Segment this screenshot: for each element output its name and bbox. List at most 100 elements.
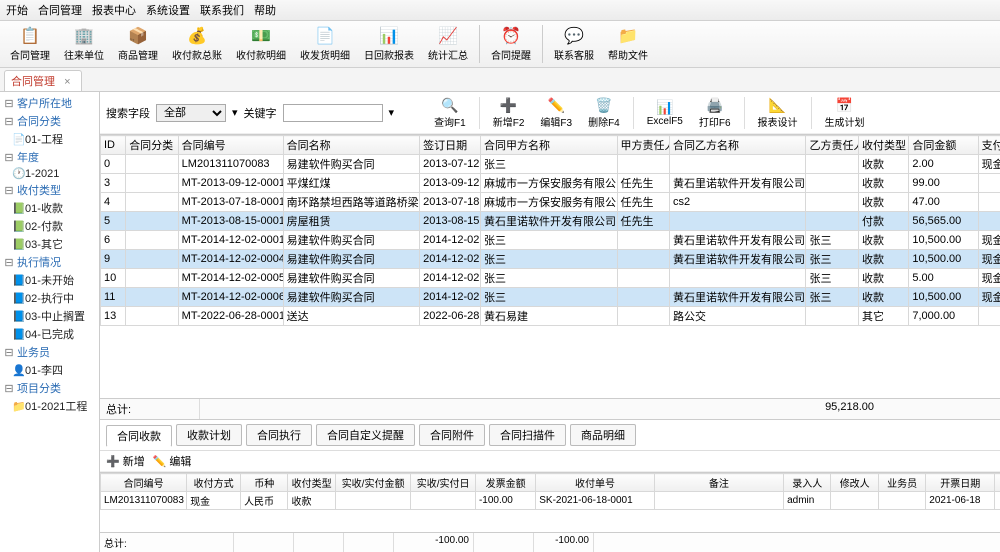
tree-node[interactable]: 📗 01-收款: [2, 199, 97, 217]
tree-node[interactable]: 📘 02-执行中: [2, 289, 97, 307]
column-header[interactable]: 合同金额: [909, 136, 978, 155]
column-header[interactable]: 乙方责任人: [806, 136, 858, 155]
menu-item[interactable]: 联系我们: [200, 2, 244, 18]
detail-tab[interactable]: 合同执行: [246, 424, 312, 446]
tree-node[interactable]: ⊟ 项目分类: [2, 379, 97, 397]
detail-grid[interactable]: 合同编号收付方式币种收付类型实收/实付金额实收/实付日发票金额收付单号备注录入人…: [100, 472, 1000, 532]
dropdown-icon[interactable]: ▾: [389, 106, 395, 119]
toolbar-button[interactable]: 📁帮助文件: [602, 23, 654, 64]
tree-node[interactable]: 🕐 1-2021: [2, 166, 97, 181]
column-header[interactable]: 开票日期: [926, 474, 995, 492]
detail-tab[interactable]: 商品明细: [570, 424, 636, 446]
toolbar-button[interactable]: 📦商品管理: [112, 23, 164, 64]
column-header[interactable]: 业务员: [878, 474, 925, 492]
table-row[interactable]: 4MT-2013-07-18-0001南环路禁坦西路等道路桥梁工程2013-07…: [101, 193, 1000, 212]
close-icon[interactable]: ×: [64, 76, 70, 88]
column-header[interactable]: 合同分类: [126, 136, 178, 155]
column-header[interactable]: 合同编号: [178, 136, 283, 155]
search-button[interactable]: 📅生成计划: [817, 95, 873, 130]
column-header[interactable]: 实收/实付日: [411, 474, 476, 492]
search-button[interactable]: 🗑️删除F4: [580, 95, 628, 130]
detail-tab[interactable]: 合同自定义提醒: [316, 424, 415, 446]
search-button[interactable]: 📐报表设计: [750, 95, 806, 130]
tree-node[interactable]: ⊟ 执行情况: [2, 253, 97, 271]
tree-node[interactable]: 📄 01-工程: [2, 130, 97, 148]
tree-node[interactable]: 📁 01-2021工程: [2, 397, 97, 415]
column-header[interactable]: 合同编号: [101, 474, 187, 492]
detail-totals: 总计: -100.00 -100.00: [100, 532, 1000, 552]
menu-item[interactable]: 帮助: [254, 2, 276, 18]
column-header[interactable]: 收付类型: [288, 474, 335, 492]
search-button[interactable]: 📊ExcelF5: [639, 97, 691, 128]
column-header[interactable]: 修改人: [831, 474, 878, 492]
tree-icon: 📗: [12, 238, 22, 251]
tree-node[interactable]: ⊟ 客户所在地: [2, 94, 97, 112]
column-header[interactable]: 签订日期: [420, 136, 481, 155]
dropdown-icon[interactable]: ▾: [232, 106, 238, 119]
tree-node[interactable]: 👤 01-李四: [2, 361, 97, 379]
detail-tab[interactable]: 合同收款: [106, 425, 172, 447]
table-row[interactable]: 10MT-2014-12-02-0005易建软件购买合同2014-12-02张三…: [101, 269, 1000, 288]
column-header[interactable]: ID: [101, 136, 126, 155]
column-header[interactable]: 发票金额: [475, 474, 535, 492]
menu-item[interactable]: 开始: [6, 2, 28, 18]
column-header[interactable]: 收付类型: [858, 136, 908, 155]
toolbar-button[interactable]: ⏰合同提醒: [485, 23, 537, 64]
toolbar-button[interactable]: 📋合同管理: [4, 23, 56, 64]
search-field-select[interactable]: 全部: [156, 104, 226, 122]
column-header[interactable]: 支付方式: [978, 136, 1000, 155]
main-grid[interactable]: ID合同分类合同编号合同名称签订日期合同甲方名称甲方责任人合同乙方名称乙方责任人…: [100, 134, 1000, 398]
column-header[interactable]: 发票号码: [995, 474, 1000, 492]
detail-tool-button[interactable]: ➕新增: [106, 453, 145, 469]
column-header[interactable]: 备注: [654, 474, 783, 492]
table-row[interactable]: 9MT-2014-12-02-0004易建软件购买合同2014-12-02张三黄…: [101, 250, 1000, 269]
toolbar-button[interactable]: 📄收发货明细: [294, 23, 356, 64]
menu-item[interactable]: 报表中心: [92, 2, 136, 18]
column-header[interactable]: 甲方责任人: [617, 136, 669, 155]
toolbar-button[interactable]: 💰收付款总账: [166, 23, 228, 64]
tree-node[interactable]: ⊟ 合同分类: [2, 112, 97, 130]
table-row[interactable]: 11MT-2014-12-02-0006易建软件购买合同2014-12-02张三…: [101, 288, 1000, 307]
table-row[interactable]: 0LM201311070083易建软件购买合同2013-07-12张三收款2.0…: [101, 155, 1000, 174]
detail-tab[interactable]: 合同扫描件: [489, 424, 566, 446]
menu-item[interactable]: 合同管理: [38, 2, 82, 18]
tree-node[interactable]: ⊟ 年度: [2, 148, 97, 166]
toolbar-button[interactable]: 🏢往来单位: [58, 23, 110, 64]
column-header[interactable]: 合同乙方名称: [670, 136, 806, 155]
column-header[interactable]: 合同甲方名称: [481, 136, 617, 155]
table-row[interactable]: LM201311070083现金人民币收款-100.00SK-2021-06-1…: [101, 492, 1000, 510]
tree-node[interactable]: 📗 02-付款: [2, 217, 97, 235]
table-row[interactable]: 13MT-2022-06-28-0001送达2022-06-28黄石易建路公交其…: [101, 307, 1000, 326]
table-row[interactable]: 6MT-2014-12-02-0001易建软件购买合同2014-12-02张三黄…: [101, 231, 1000, 250]
table-row[interactable]: 5MT-2013-08-15-0001房屋租赁2013-08-15黄石里诺软件开…: [101, 212, 1000, 231]
search-button[interactable]: ✏️编辑F3: [532, 95, 580, 130]
toolbar-button[interactable]: 📊日回款报表: [358, 23, 420, 64]
tree-icon: ⊟: [4, 115, 14, 128]
detail-tab[interactable]: 合同附件: [419, 424, 485, 446]
column-header[interactable]: 实收/实付金额: [335, 474, 410, 492]
tree-node[interactable]: 📗 03-其它: [2, 235, 97, 253]
search-button[interactable]: 🖨️打印F6: [691, 95, 739, 130]
column-header[interactable]: 合同名称: [283, 136, 419, 155]
tree-icon: ⊟: [4, 382, 14, 395]
tab-contract-mgmt[interactable]: 合同管理 ×: [4, 70, 82, 91]
tree-node[interactable]: ⊟ 收付类型: [2, 181, 97, 199]
tree-node[interactable]: 📘 03-中止搁置: [2, 307, 97, 325]
tree-node[interactable]: 📘 01-未开始: [2, 271, 97, 289]
search-button[interactable]: 🔍查询F1: [426, 95, 474, 130]
column-header[interactable]: 币种: [241, 474, 288, 492]
column-header[interactable]: 录入人: [784, 474, 831, 492]
menu-item[interactable]: 系统设置: [146, 2, 190, 18]
column-header[interactable]: 收付方式: [187, 474, 241, 492]
table-row[interactable]: 3MT-2013-09-12-0001平煤红煤2013-09-12麻城市一方保安…: [101, 174, 1000, 193]
search-button[interactable]: ➕新增F2: [485, 95, 533, 130]
tree-node[interactable]: 📘 04-已完成: [2, 325, 97, 343]
toolbar-button[interactable]: 💬联系客服: [548, 23, 600, 64]
detail-tool-button[interactable]: ✏️编辑: [153, 453, 192, 469]
detail-tab[interactable]: 收款计划: [176, 424, 242, 446]
column-header[interactable]: 收付单号: [536, 474, 655, 492]
toolbar-button[interactable]: 💵收付款明细: [230, 23, 292, 64]
search-input[interactable]: [283, 104, 383, 122]
toolbar-button[interactable]: 📈统计汇总: [422, 23, 474, 64]
tree-node[interactable]: ⊟ 业务员: [2, 343, 97, 361]
